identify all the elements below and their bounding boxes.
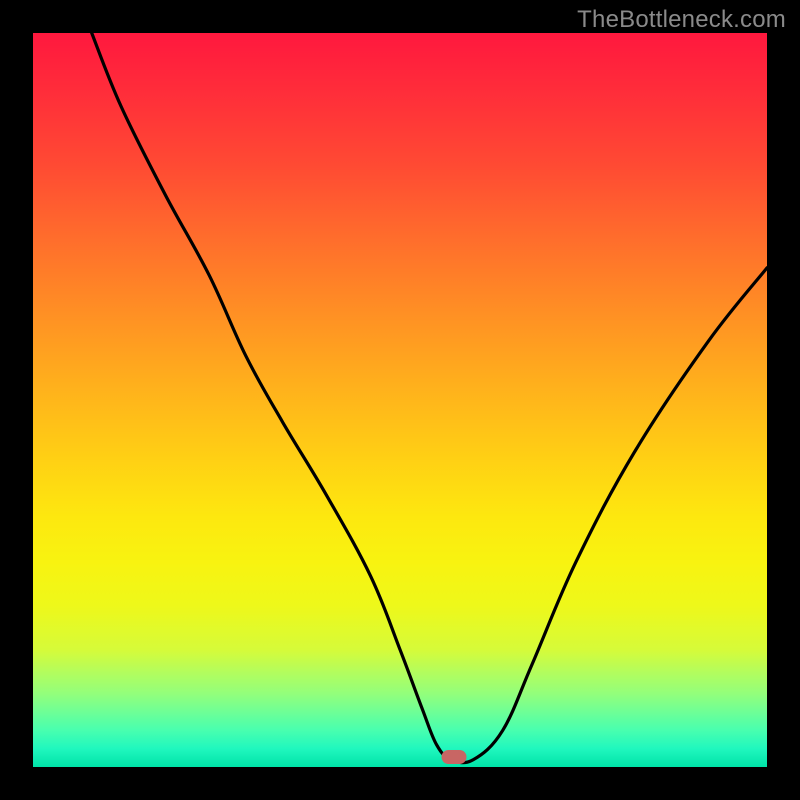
- chart-frame: TheBottleneck.com: [0, 0, 800, 800]
- bottleneck-curve: [33, 33, 767, 767]
- plot-area: [33, 33, 767, 767]
- watermark-text: TheBottleneck.com: [577, 6, 786, 34]
- optimum-marker: [441, 750, 466, 764]
